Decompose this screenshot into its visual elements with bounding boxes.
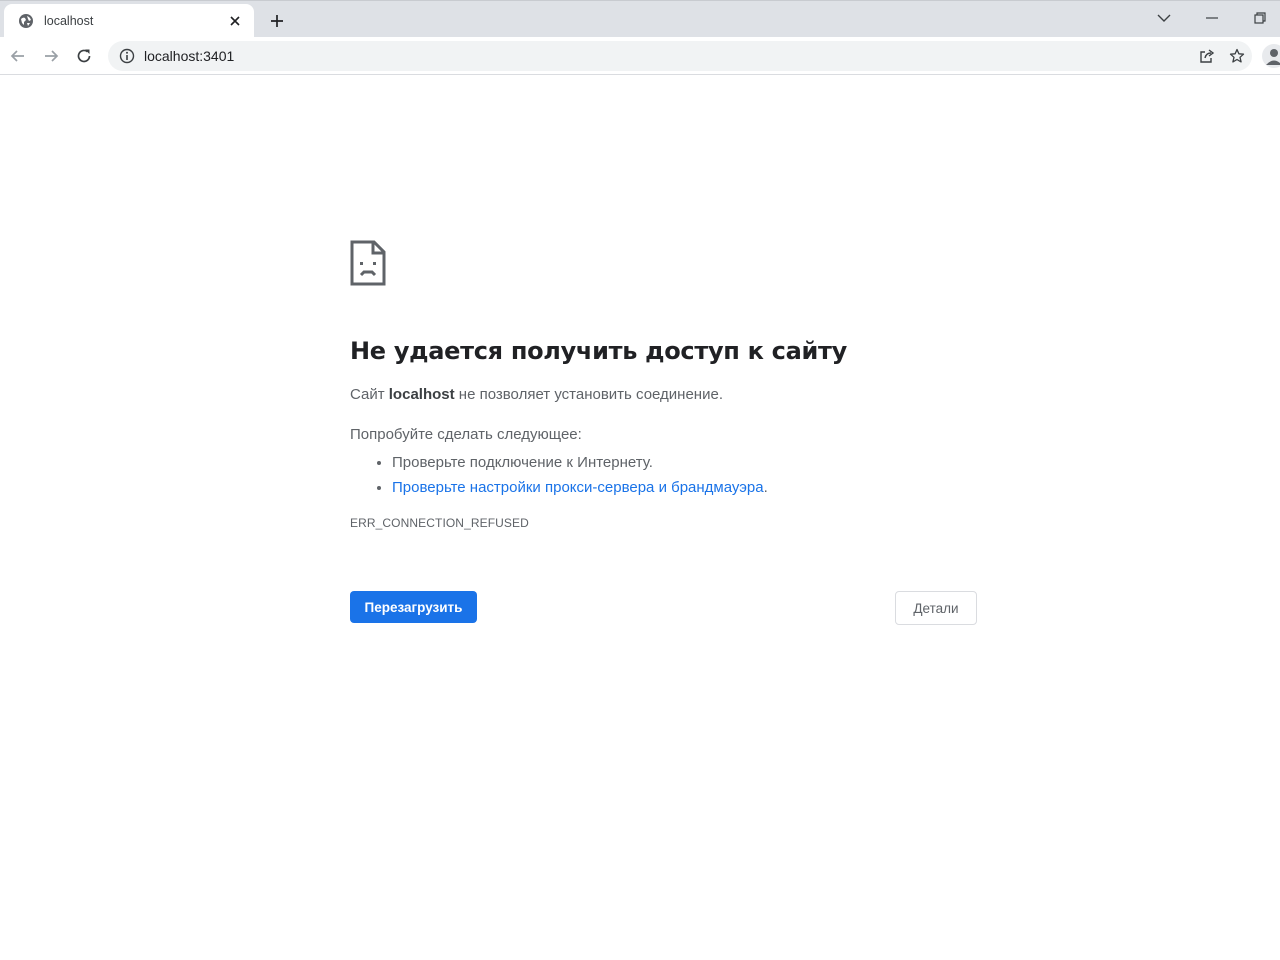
minimize-icon[interactable] bbox=[1195, 5, 1229, 31]
suggestions-list: Проверьте подключение к Интернету. Прове… bbox=[350, 450, 978, 500]
suggestion-text: Проверьте подключение к Интернету. bbox=[392, 454, 653, 471]
proxy-settings-link[interactable]: Проверьте настройки прокси-сервера и бра… bbox=[392, 479, 764, 496]
tab-strip: localhost bbox=[0, 0, 1280, 38]
info-icon[interactable] bbox=[118, 47, 136, 65]
chevron-down-icon[interactable] bbox=[1147, 5, 1181, 31]
browser-toolbar: localhost:3401 bbox=[0, 37, 1280, 75]
globe-icon bbox=[18, 13, 34, 29]
address-bar[interactable]: localhost:3401 bbox=[108, 41, 1252, 71]
close-icon[interactable] bbox=[226, 12, 244, 30]
browser-tab[interactable]: localhost bbox=[4, 4, 254, 38]
share-icon[interactable] bbox=[1192, 43, 1222, 69]
error-summary: Сайт localhost не позволяет установить с… bbox=[350, 385, 978, 405]
reload-icon[interactable] bbox=[70, 42, 98, 70]
person-icon[interactable] bbox=[1262, 44, 1280, 68]
reload-button[interactable]: Перезагрузить bbox=[350, 591, 477, 623]
details-button[interactable]: Детали bbox=[895, 591, 977, 625]
error-code: ERR_CONNECTION_REFUSED bbox=[350, 516, 529, 530]
error-page: Не удается получить доступ к сайту Сайт … bbox=[350, 240, 978, 530]
plus-icon[interactable] bbox=[264, 9, 290, 33]
list-item: Проверьте подключение к Интернету. bbox=[392, 450, 978, 475]
tab-title: localhost bbox=[44, 14, 94, 28]
arrow-right-icon[interactable] bbox=[37, 42, 65, 70]
summary-host: localhost bbox=[388, 386, 455, 403]
summary-suffix: не позволяет установить соединение. bbox=[454, 386, 723, 403]
url-text[interactable]: localhost:3401 bbox=[144, 48, 1192, 64]
star-icon[interactable] bbox=[1222, 43, 1252, 69]
error-heading: Не удается получить доступ к сайту bbox=[350, 337, 847, 365]
summary-prefix: Сайт bbox=[350, 386, 389, 403]
suggestions-title: Попробуйте сделать следующее: bbox=[350, 426, 582, 443]
arrow-left-icon[interactable] bbox=[4, 42, 32, 70]
sad-document-icon bbox=[350, 240, 386, 286]
list-item: Проверьте настройки прокси-сервера и бра… bbox=[392, 475, 978, 500]
suggestion-tail: . bbox=[763, 479, 768, 496]
restore-icon[interactable] bbox=[1243, 5, 1277, 31]
